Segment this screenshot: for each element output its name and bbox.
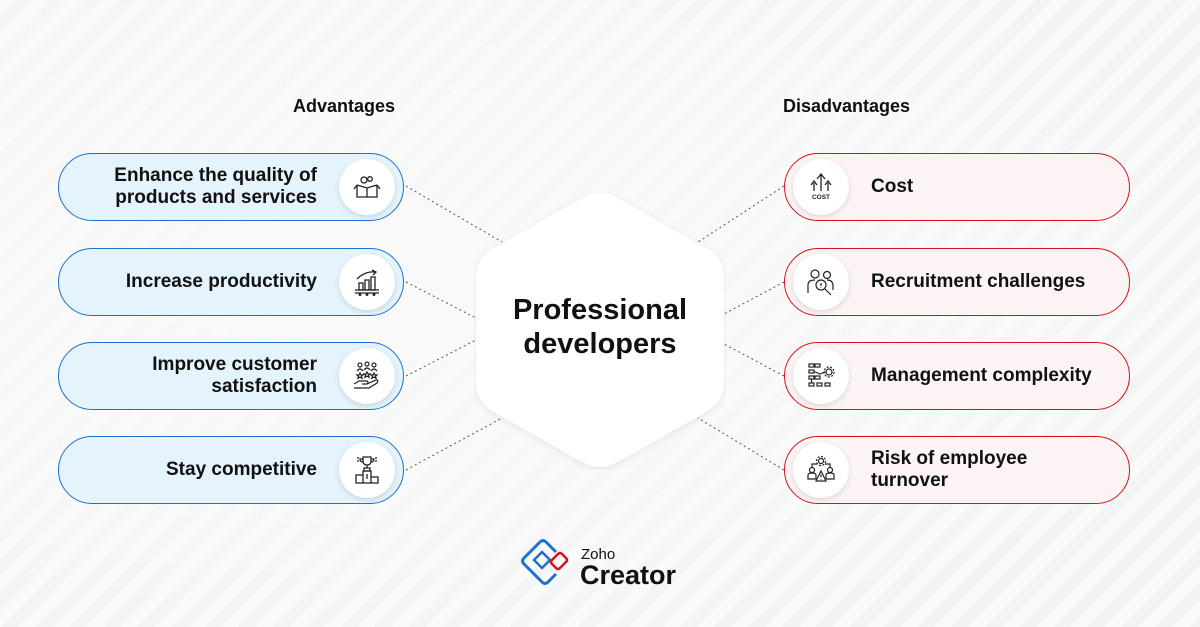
svg-text:COST: COST — [812, 194, 830, 201]
disadvantage-label: Cost — [871, 176, 914, 197]
customer-rating-hand-icon — [339, 348, 395, 404]
advantages-heading: Advantages — [293, 96, 396, 116]
disadvantage-label: Recruitment challenges — [871, 271, 1086, 292]
connector-dis-3 — [723, 343, 785, 377]
connector-dis-2 — [723, 281, 785, 315]
advantage-item: Stay competitive — [58, 436, 404, 504]
disadvantage-label: Risk of employee turnover — [871, 448, 1028, 491]
center-hexagon: Professional developers — [474, 190, 726, 470]
team-warning-icon — [793, 442, 849, 498]
advantage-item: Enhance the quality of products and serv… — [58, 153, 404, 221]
box-gears-icon — [339, 159, 395, 215]
disadvantages-heading: Disadvantages — [783, 96, 911, 116]
connector-adv-3 — [405, 339, 477, 377]
advantage-label: Stay competitive — [166, 459, 317, 480]
growth-chart-icon — [339, 254, 395, 310]
disadvantage-item: Recruitment challenges — [784, 248, 1130, 316]
center-title: Professional developers — [512, 294, 688, 360]
disadvantage-item: Management complexity — [784, 342, 1130, 410]
disadvantage-label: Management complexity — [871, 365, 1092, 386]
advantage-label: Improve customer satisfaction — [152, 354, 317, 397]
connector-adv-2 — [405, 281, 477, 319]
logo-product-text: Creator — [580, 560, 677, 590]
disadvantage-item: COST Cost — [784, 153, 1130, 221]
advantage-label: Enhance the quality of products and serv… — [114, 165, 317, 208]
advantage-item: Improve customer satisfaction — [58, 342, 404, 410]
recruitment-search-icon — [793, 254, 849, 310]
zoho-creator-logo: Zoho Creator — [520, 538, 690, 594]
disadvantage-item: Risk of employee turnover — [784, 436, 1130, 504]
advantage-item: Increase productivity — [58, 248, 404, 316]
workflow-gear-icon — [793, 348, 849, 404]
trophy-podium-icon — [339, 442, 395, 498]
cost-arrows-icon: COST — [793, 159, 849, 215]
advantage-label: Increase productivity — [125, 271, 317, 292]
creator-logo-icon — [521, 539, 569, 585]
